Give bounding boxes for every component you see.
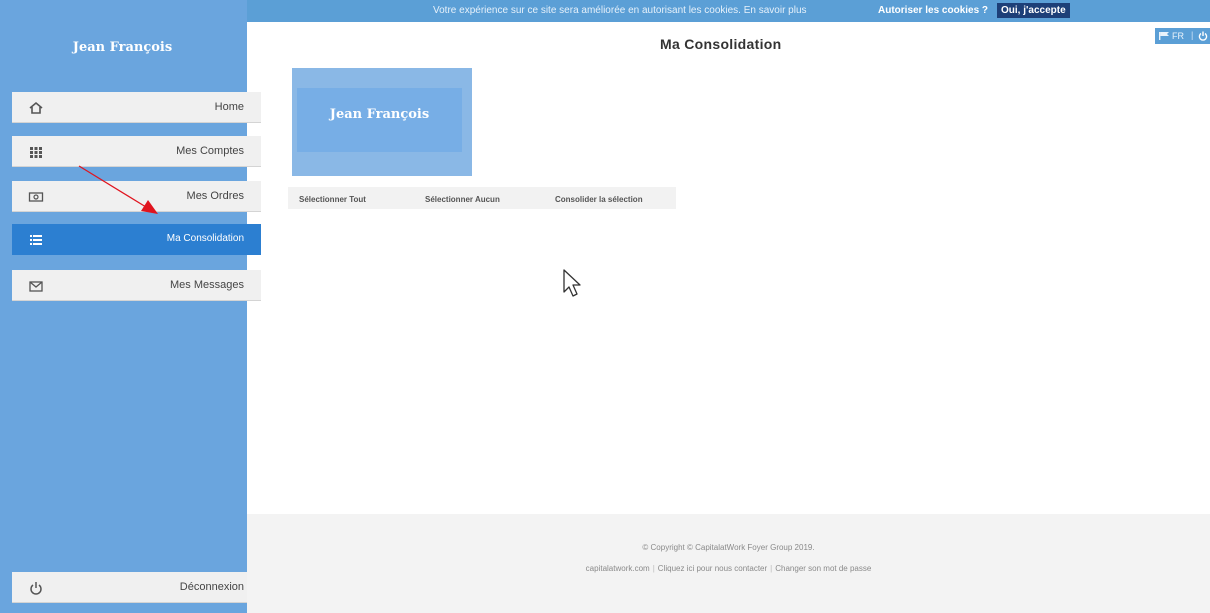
separator: | — [770, 564, 773, 573]
select-none-button[interactable]: Sélectionner Aucun — [425, 195, 500, 204]
language-selector[interactable]: FR — [1172, 31, 1184, 41]
separator: | — [1191, 30, 1194, 40]
language-bar: FR | — [1155, 28, 1210, 44]
cookie-message[interactable]: Votre expérience sur ce site sera amélio… — [433, 5, 807, 16]
list-icon — [28, 232, 44, 248]
cookie-allow-label: Autoriser les cookies ? — [878, 5, 989, 16]
footer-link-site[interactable]: capitalatwork.com — [586, 564, 650, 573]
power-icon[interactable] — [1198, 31, 1208, 41]
page-title: Ma Consolidation — [660, 36, 782, 52]
mouse-cursor-icon — [563, 269, 581, 297]
envelope-icon — [28, 278, 44, 294]
flag-icon[interactable] — [1159, 32, 1169, 40]
power-icon — [28, 580, 44, 596]
grid-icon — [28, 144, 44, 160]
money-icon — [28, 189, 44, 205]
copyright-text: © Copyright © CapitalatWork Foyer Group … — [642, 543, 815, 552]
select-all-button[interactable]: Sélectionner Tout — [299, 195, 366, 204]
sidebar-item-mes-messages[interactable]: Mes Messages — [12, 270, 261, 301]
footer-link-contact[interactable]: Cliquez ici pour nous contacter — [658, 564, 767, 573]
sidebar-user-name: Jean François — [72, 40, 173, 55]
sidebar-item-label: Mes Ordres — [186, 190, 244, 202]
accept-cookies-button[interactable]: Oui, j'accepte — [997, 3, 1070, 18]
account-card-name: Jean François — [329, 107, 430, 122]
footer-links: capitalatwork.com | Cliquez ici pour nous … — [247, 564, 1210, 573]
consolidate-selection-button[interactable]: Consolider la sélection — [555, 195, 643, 204]
footer-link-change-password[interactable]: Changer son mot de passe — [775, 564, 871, 573]
sidebar-item-mes-comptes[interactable]: Mes Comptes — [12, 136, 261, 167]
sidebar-item-label: Mes Messages — [170, 279, 244, 291]
home-icon — [28, 100, 44, 116]
sidebar: Jean François Home Mes Comptes Mes Ordre… — [0, 0, 261, 613]
sidebar-item-label: Home — [214, 101, 244, 113]
sidebar-item-label: Mes Comptes — [176, 145, 244, 157]
sidebar-item-mes-ordres[interactable]: Mes Ordres — [12, 181, 261, 212]
sidebar-item-home[interactable]: Home — [12, 92, 261, 123]
separator: | — [652, 564, 655, 573]
cookie-bar: Votre expérience sur ce site sera amélio… — [245, 0, 1210, 22]
sidebar-item-ma-consolidation[interactable]: Ma Consolidation — [12, 224, 261, 255]
sidebar-item-label: Ma Consolidation — [166, 233, 244, 244]
logout-button[interactable]: Déconnexion — [12, 572, 261, 603]
selection-toolbar: Sélectionner Tout Sélectionner Aucun Con… — [288, 187, 676, 209]
footer: © Copyright © CapitalatWork Foyer Group … — [247, 514, 1210, 613]
logout-label: Déconnexion — [179, 581, 244, 593]
